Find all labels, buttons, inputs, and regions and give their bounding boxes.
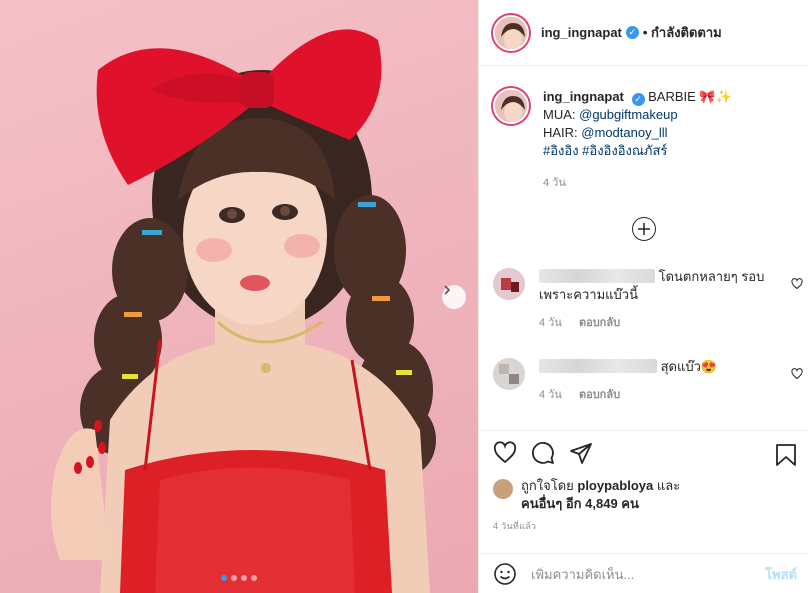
comment-text: สุดแบ๊ว😍: [660, 359, 718, 374]
caption-username[interactable]: ing_ingnapat: [543, 89, 624, 104]
avatar[interactable]: [493, 479, 513, 499]
post-photo[interactable]: [0, 0, 478, 593]
add-comment-bar: โพสต์: [479, 553, 808, 593]
commenter-username[interactable]: [539, 269, 655, 283]
carousel-dot: [241, 575, 247, 581]
hashtags-link[interactable]: #อิงอิง #อิงอิงอิงณภัสร์: [543, 142, 732, 160]
heart-icon[interactable]: [791, 368, 803, 380]
mua-label: MUA:: [543, 107, 576, 122]
comment-time: 4 วัน: [539, 389, 562, 401]
likes-and: และ: [656, 478, 681, 493]
header-username[interactable]: ing_ingnapat: [541, 25, 622, 40]
comment-item: โดนตกหลายๆ รอบเพราะความแบ๊วนี้ 4 วัน ตอบ…: [493, 268, 803, 332]
portrait-image: [51, 29, 436, 593]
comment-item: สุดแบ๊ว😍 4 วัน ตอบกลับ: [493, 358, 803, 404]
post-comment-button[interactable]: โพสต์: [765, 564, 797, 585]
liker-username[interactable]: ploypabloya: [577, 478, 653, 493]
following-status[interactable]: • กำลังติดตาม: [643, 22, 722, 43]
post-actions: ถูกใจโดย ploypabloya และ คนอื่นๆ อีก 4,8…: [479, 430, 808, 593]
avatar[interactable]: [493, 358, 525, 390]
next-slide-button[interactable]: [442, 285, 466, 309]
comment-input[interactable]: [531, 566, 751, 582]
carousel-dot: [231, 575, 237, 581]
liked-by-prefix: ถูกใจโดย: [521, 478, 574, 493]
verified-icon: ✓: [631, 93, 645, 106]
hair-mention-link[interactable]: @modtanoy_lll: [581, 125, 667, 140]
commenter-username[interactable]: [539, 359, 657, 373]
likes-count-link[interactable]: คนอื่นๆ อีก 4,849 คน: [521, 495, 680, 513]
carousel-dot: [251, 575, 257, 581]
caption: ing_ingnapat ✓ BARBIE 🎀✨ MUA: @gubgiftma…: [493, 88, 793, 192]
avatar[interactable]: [493, 268, 525, 300]
like-heart-icon[interactable]: [493, 441, 517, 465]
avatar[interactable]: [493, 88, 529, 124]
comment-time: 4 วัน: [539, 317, 562, 329]
mua-mention-link[interactable]: @gubgiftmakeup: [579, 107, 677, 122]
bookmark-icon[interactable]: [775, 443, 797, 467]
hair-label: HAIR:: [543, 125, 578, 140]
avatar[interactable]: [493, 14, 529, 51]
chevron-right-icon: [444, 285, 451, 295]
post-timestamp: 4 วันที่แล้ว: [493, 521, 537, 531]
emoji-icon[interactable]: [493, 562, 517, 586]
heart-icon[interactable]: [791, 278, 803, 290]
carousel-dot: [221, 575, 227, 581]
post-sidebar: ing_ingnapat ✓ • กำลังติดตาม ing_ingnapa…: [478, 0, 808, 593]
reply-button[interactable]: ตอบกลับ: [579, 389, 620, 401]
comment-bubble-icon[interactable]: [531, 441, 555, 465]
load-more-comments-button[interactable]: [632, 217, 656, 241]
reply-button[interactable]: ตอบกลับ: [579, 317, 620, 329]
likes-summary: ถูกใจโดย ploypabloya และ คนอื่นๆ อีก 4,8…: [493, 477, 680, 513]
share-send-icon[interactable]: [569, 441, 593, 465]
verified-icon: ✓: [625, 26, 639, 39]
plus-circle-icon: [638, 223, 650, 235]
caption-title: BARBIE 🎀✨: [648, 89, 732, 104]
post-header: ing_ingnapat ✓ • กำลังติดตาม: [479, 0, 808, 66]
carousel-indicator: [0, 575, 478, 581]
caption-time: 4 วัน: [543, 177, 566, 189]
